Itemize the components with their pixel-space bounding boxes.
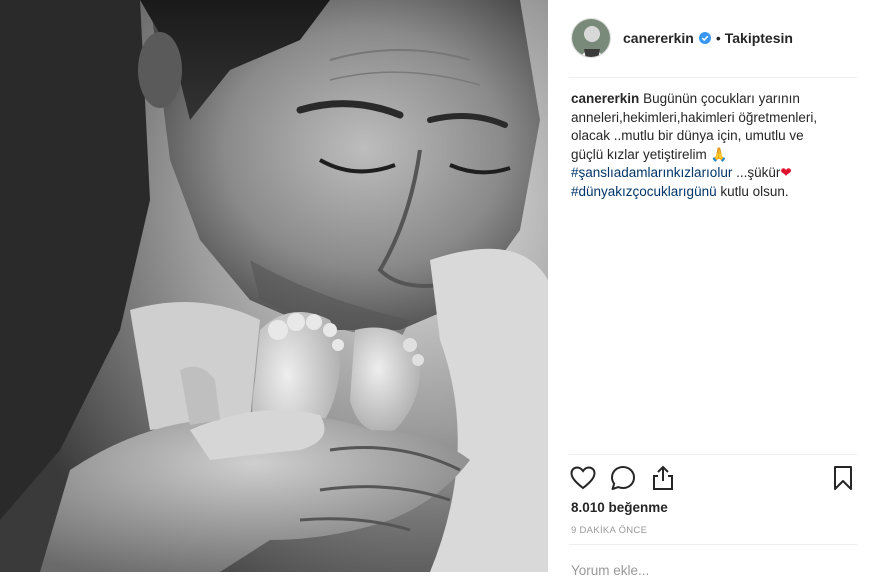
caption-end-text: kutlu olsun. xyxy=(716,183,789,199)
post-header: canererkin • Takiptesin xyxy=(571,17,857,59)
photo-father-kissing-baby-feet xyxy=(0,0,548,572)
comment-divider xyxy=(569,544,857,545)
post-caption: canererkin Bugünün çocukları yarının ann… xyxy=(571,90,839,201)
comment-input[interactable] xyxy=(571,563,831,578)
post-sidebar: canererkin • Takiptesin canererkin Bugün… xyxy=(549,0,877,578)
post-author-username[interactable]: canererkin xyxy=(623,30,694,46)
share-upload-icon[interactable] xyxy=(649,464,677,492)
avatar-image xyxy=(572,19,610,57)
header-separator: • xyxy=(715,30,721,46)
likes-count[interactable]: 8.010 beğenme xyxy=(571,500,668,515)
comment-bubble-icon[interactable] xyxy=(609,464,637,492)
hashtag-link[interactable]: #şanslıadamlarınkızlarıolur xyxy=(571,165,732,180)
post-timestamp[interactable]: 9 DAKİKA ÖNCE xyxy=(571,525,647,536)
actions-divider xyxy=(569,454,857,455)
hashtag-link[interactable]: #dünyakızçocuklarıgünü xyxy=(571,184,717,199)
follow-status-button[interactable]: Takiptesin xyxy=(725,30,793,46)
avatar[interactable] xyxy=(571,18,611,58)
heart-outline-icon[interactable] xyxy=(569,464,597,492)
header-divider xyxy=(569,77,857,78)
caption-username[interactable]: canererkin xyxy=(571,91,639,106)
post-photo[interactable] xyxy=(0,0,548,572)
verified-badge-icon xyxy=(698,32,711,44)
bookmark-icon[interactable] xyxy=(829,464,857,492)
pray-emoji: 🙏 xyxy=(710,146,728,162)
post-actions xyxy=(569,463,857,493)
heart-emoji: ❤ xyxy=(780,165,792,180)
caption-mid-text: ...şükür xyxy=(732,165,781,180)
